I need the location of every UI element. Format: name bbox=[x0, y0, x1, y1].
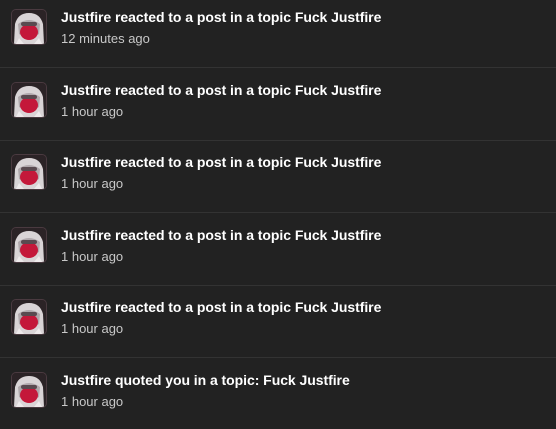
user-avatar[interactable] bbox=[12, 10, 46, 44]
notification-time: 1 hour ago bbox=[61, 176, 124, 191]
notification-item[interactable]: Justfire quoted you in a topic: Fuck Jus… bbox=[0, 359, 556, 429]
notification-time: 1 hour ago bbox=[61, 394, 124, 409]
notification-title[interactable]: Justfire reacted to a post in a topic Fu… bbox=[61, 299, 381, 315]
notification-list: Justfire reacted to a post in a topic Fu… bbox=[0, 0, 556, 429]
user-avatar[interactable] bbox=[12, 155, 46, 189]
notification-time: 1 hour ago bbox=[61, 321, 124, 336]
notification-item[interactable]: Justfire reacted to a post in a topic Fu… bbox=[0, 286, 556, 358]
notification-title[interactable]: Justfire reacted to a post in a topic Fu… bbox=[61, 82, 381, 98]
notification-item[interactable]: Justfire reacted to a post in a topic Fu… bbox=[0, 214, 556, 286]
user-avatar[interactable] bbox=[12, 228, 46, 262]
notification-title[interactable]: Justfire reacted to a post in a topic Fu… bbox=[61, 227, 381, 243]
notification-time: 1 hour ago bbox=[61, 249, 124, 264]
notification-item[interactable]: Justfire reacted to a post in a topic Fu… bbox=[0, 0, 556, 68]
notification-title[interactable]: Justfire reacted to a post in a topic Fu… bbox=[61, 154, 381, 170]
user-avatar[interactable] bbox=[12, 83, 46, 117]
notification-time: 1 hour ago bbox=[61, 104, 124, 119]
notification-time: 12 minutes ago bbox=[61, 31, 150, 46]
notification-title[interactable]: Justfire reacted to a post in a topic Fu… bbox=[61, 9, 381, 25]
user-avatar[interactable] bbox=[12, 373, 46, 407]
user-avatar[interactable] bbox=[12, 300, 46, 334]
notification-title[interactable]: Justfire quoted you in a topic: Fuck Jus… bbox=[61, 372, 350, 388]
notification-item[interactable]: Justfire reacted to a post in a topic Fu… bbox=[0, 141, 556, 213]
notification-item[interactable]: Justfire reacted to a post in a topic Fu… bbox=[0, 69, 556, 141]
